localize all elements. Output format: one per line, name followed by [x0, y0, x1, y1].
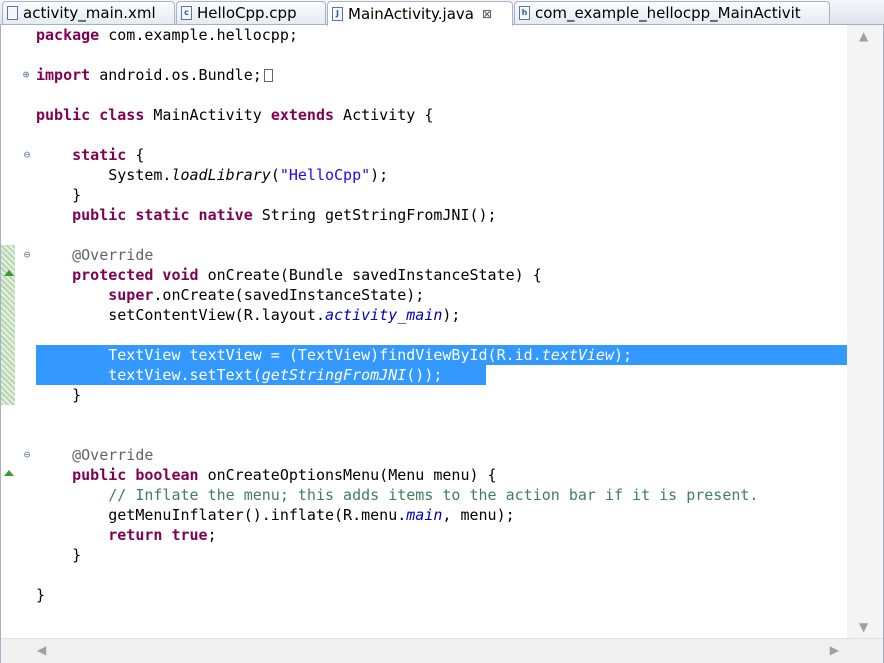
selected-code-line: TextView textView = (TextView)findViewBy… — [1, 345, 847, 365]
scroll-up-icon[interactable]: ▲ — [859, 29, 868, 43]
tab-label: MainActivity.java — [348, 5, 474, 23]
tab-hellocpp-cpp[interactable]: c HelloCpp.cpp — [176, 1, 326, 24]
code-line: } — [1, 585, 847, 605]
code-text: MainActivity — [144, 106, 271, 124]
tab-label: activity_main.xml — [23, 4, 156, 22]
keyword: import — [36, 66, 91, 84]
code-text: TextView textView = (TextView)findViewBy… — [108, 346, 542, 364]
code-editor[interactable]: package com.example.hellocpp; ⊕ import a… — [0, 25, 884, 663]
code-text: .onCreate(savedInstanceState); — [153, 286, 425, 304]
tab-label: HelloCpp.cpp — [197, 4, 297, 22]
code-text: ); — [370, 166, 389, 184]
keyword: extends — [270, 106, 335, 124]
header-file-icon: h — [519, 6, 530, 20]
code-text: Activity { — [334, 106, 434, 124]
field-name: activity_main — [325, 306, 443, 324]
vertical-scrollbar[interactable]: ▲ ▼ — [847, 25, 883, 638]
close-tab-icon[interactable]: ⊠ — [482, 8, 492, 20]
code-line: } — [1, 185, 847, 205]
code-text: ()); — [406, 366, 443, 384]
code-text: System. — [108, 166, 172, 184]
code-text: } — [72, 546, 82, 564]
keyword: public boolean — [72, 466, 199, 484]
field-name: main — [406, 506, 443, 524]
annotation: @Override — [72, 246, 154, 264]
horizontal-scrollbar[interactable]: ◀ ▶ — [1, 638, 883, 663]
code-text: com.example.hellocpp; — [99, 26, 298, 44]
annotation: @Override — [72, 446, 154, 464]
code-line: // Inflate the menu; this adds items to … — [1, 485, 847, 505]
collapse-fold-icon[interactable]: ⊖ — [21, 445, 33, 465]
code-text: String getStringFromJNI(); — [252, 206, 497, 224]
selected-code-line: textView.setText(getStringFromJNI()); — [1, 365, 847, 385]
scroll-right-icon[interactable]: ▶ — [830, 643, 839, 657]
code-area[interactable]: package com.example.hellocpp; ⊕ import a… — [1, 25, 847, 638]
java-file-icon: J — [332, 7, 343, 21]
code-line: public boolean onCreateOptionsMenu(Menu … — [1, 465, 847, 485]
string-literal: "HelloCpp" — [279, 166, 371, 184]
code-line: return true; — [1, 525, 847, 545]
tab-header-file[interactable]: h com_example_hellocpp_MainActivit — [514, 1, 830, 24]
code-line: ⊖ @Override — [1, 245, 847, 265]
keyword: return — [108, 526, 163, 544]
code-line: protected void onCreate(Bundle savedInst… — [1, 265, 847, 285]
code-line: public class MainActivity extends Activi… — [1, 105, 847, 125]
editor-tab-bar: activity_main.xml c HelloCpp.cpp J MainA… — [0, 0, 884, 26]
cpp-file-icon: c — [181, 6, 192, 20]
code-text: onCreate(Bundle savedInstanceState) { — [198, 266, 542, 284]
code-line: System.loadLibrary("HelloCpp"); — [1, 165, 847, 185]
code-text: ); — [613, 346, 633, 364]
code-line: setContentView(R.layout.activity_main); — [1, 305, 847, 325]
collapse-fold-icon[interactable]: ⊖ — [21, 245, 33, 265]
scroll-left-icon[interactable]: ◀ — [37, 643, 46, 657]
collapsed-imports-icon[interactable] — [263, 69, 273, 82]
code-text: setContentView(R.layout. — [108, 306, 325, 324]
expand-fold-icon[interactable]: ⊕ — [21, 65, 31, 85]
keyword: public static native — [72, 206, 253, 224]
keyword: super — [108, 286, 154, 304]
scroll-down-icon[interactable]: ▼ — [859, 620, 868, 634]
tab-activity-main-xml[interactable]: activity_main.xml — [2, 1, 175, 24]
code-line: } — [1, 385, 847, 405]
keyword: package — [36, 26, 100, 44]
code-line: super.onCreate(savedInstanceState); — [1, 285, 847, 305]
code-line: ⊖ @Override — [1, 445, 847, 465]
code-text: ( — [270, 166, 280, 184]
code-line: public static native String getStringFro… — [1, 205, 847, 225]
keyword: public class — [36, 106, 145, 124]
code-text: getMenuInflater().inflate(R.menu. — [108, 506, 407, 524]
method-name: loadLibrary — [171, 166, 271, 184]
code-text: } — [36, 586, 46, 604]
code-text: { — [126, 146, 145, 164]
code-text: ; — [207, 526, 217, 544]
code-text: } — [72, 386, 82, 404]
code-line: } — [1, 545, 847, 565]
code-line: ⊖ static { — [1, 145, 847, 165]
code-text: , menu); — [442, 506, 515, 524]
xml-file-icon — [7, 6, 18, 20]
code-text: ); — [442, 306, 461, 324]
code-text: android.os.Bundle; — [90, 66, 262, 84]
collapse-fold-icon[interactable]: ⊖ — [21, 145, 33, 165]
keyword: static — [72, 146, 127, 164]
comment: // Inflate the menu; this adds items to … — [108, 486, 759, 504]
code-text: textView.setText( — [108, 366, 262, 384]
tab-label: com_example_hellocpp_MainActivit — [535, 4, 801, 22]
code-text: } — [72, 186, 82, 204]
code-line: ⊕ import android.os.Bundle; — [1, 65, 847, 85]
method-name: getStringFromJNI — [261, 366, 407, 384]
keyword: true — [171, 526, 208, 544]
keyword: protected void — [72, 266, 199, 284]
code-line: getMenuInflater().inflate(R.menu.main, m… — [1, 505, 847, 525]
tab-mainactivity-java[interactable]: J MainActivity.java ⊠ — [327, 1, 513, 26]
code-line: package com.example.hellocpp; — [1, 25, 847, 45]
code-text: onCreateOptionsMenu(Menu menu) { — [198, 466, 497, 484]
field-name: textView — [541, 346, 614, 364]
